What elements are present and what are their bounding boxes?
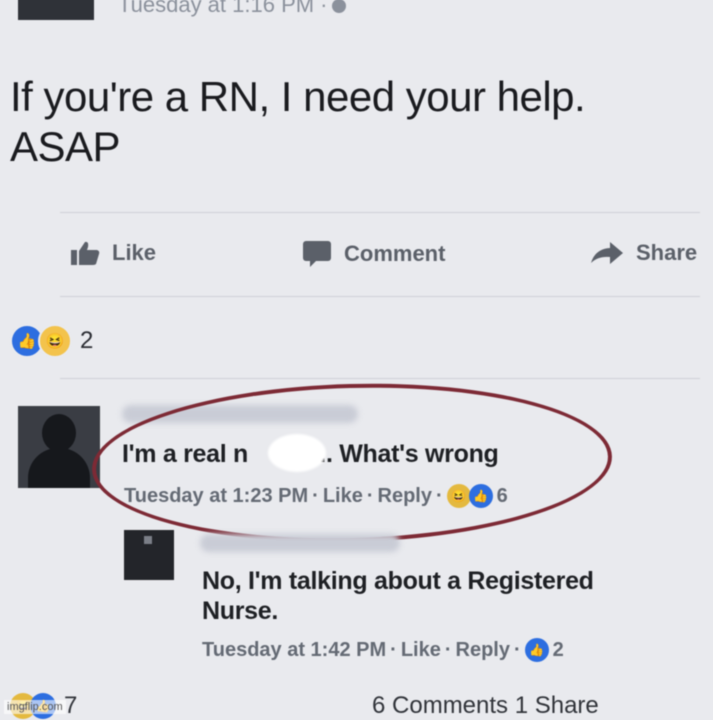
replier-name[interactable] xyxy=(200,534,400,552)
like-reaction-icon: 👍 xyxy=(524,638,549,662)
watermark: imgflip.com xyxy=(4,700,66,714)
post-reactions[interactable]: 👍 😆 2 xyxy=(10,324,93,358)
reply-text-line2: Nurse. xyxy=(202,597,279,625)
reply-like-link[interactable]: Like xyxy=(401,639,441,662)
commenter-avatar[interactable] xyxy=(18,406,100,488)
like-button[interactable]: Like xyxy=(70,240,156,266)
footer-summary[interactable]: 6 Comments 1 Share xyxy=(372,692,599,720)
like-label: Like xyxy=(112,240,157,265)
reply-time[interactable]: Tuesday at 1:42 PM xyxy=(202,639,386,662)
share-label: Share xyxy=(636,240,698,265)
thumbs-up-icon xyxy=(71,241,100,265)
reply-reply-link[interactable]: Reply xyxy=(456,639,510,662)
post-timestamp[interactable]: Tuesday at 1:16 PM · xyxy=(118,0,346,18)
share-arrow-icon xyxy=(591,242,623,264)
globe-icon xyxy=(331,0,346,14)
reply-text-line1: No, I'm talking about a Registered xyxy=(202,567,594,595)
comment-label: Comment xyxy=(344,241,446,266)
divider xyxy=(60,378,700,379)
poster-avatar[interactable] xyxy=(18,0,94,20)
share-button[interactable]: Share xyxy=(590,240,697,266)
post-text-line2: ASAP xyxy=(10,123,121,170)
divider xyxy=(60,296,700,297)
reply-reaction-count[interactable]: 2 xyxy=(553,639,564,662)
haha-reaction-icon: 😆 xyxy=(38,324,72,358)
reply-text: No, I'm talking about a Registered Nurse… xyxy=(202,566,594,626)
post-text-line1: If you're a RN, I need your help. xyxy=(10,73,586,120)
highlight-circle xyxy=(90,377,614,549)
comment-button[interactable]: Comment xyxy=(302,240,445,268)
reply-avatar[interactable] xyxy=(124,530,174,580)
post-text: If you're a RN, I need your help. ASAP xyxy=(10,72,586,172)
footer-reaction-count: 7 xyxy=(64,692,78,719)
reply-meta: Tuesday at 1:42 PM · Like · Reply · 👍 2 xyxy=(202,638,564,662)
reaction-count: 2 xyxy=(80,327,94,354)
divider xyxy=(60,212,700,213)
post-timestamp-text: Tuesday at 1:16 PM · xyxy=(118,0,328,17)
comment-icon xyxy=(303,241,331,267)
